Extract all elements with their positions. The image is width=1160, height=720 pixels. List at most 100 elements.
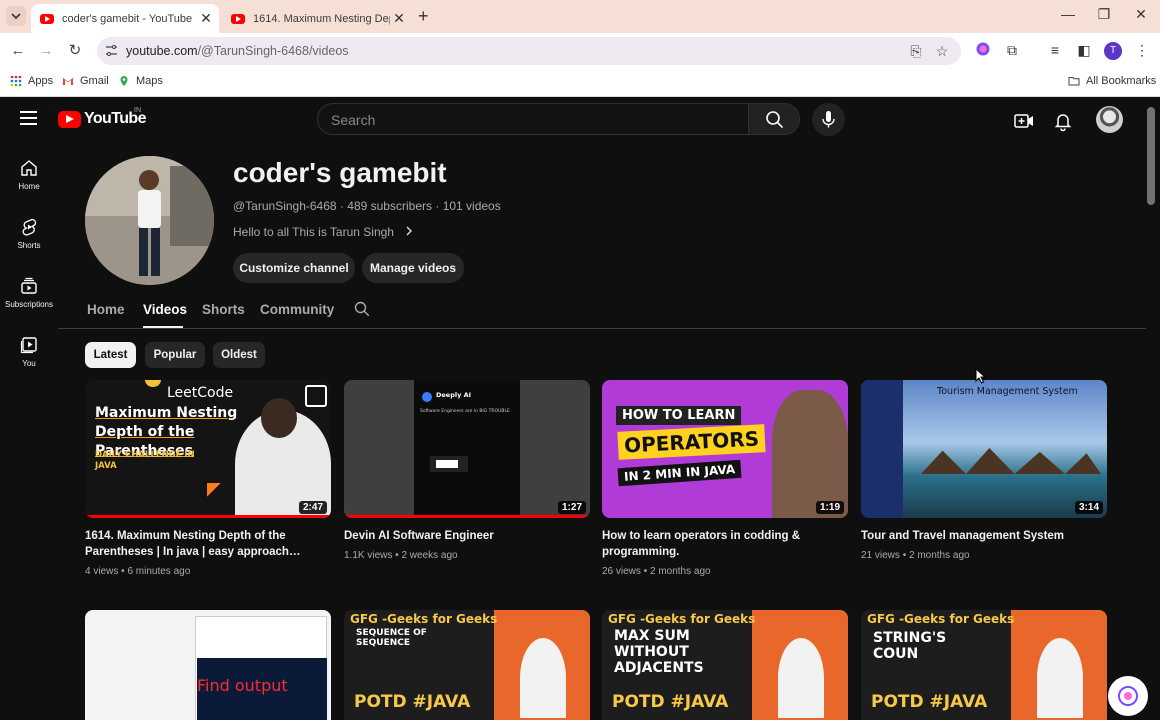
video-thumbnail[interactable]: HOW TO LEARN OPERATORS IN 2 MIN IN JAVA …	[602, 380, 848, 518]
tabs-divider	[58, 328, 1146, 329]
video-title[interactable]: How to learn operators in codding & prog…	[602, 528, 848, 560]
video-duration: 1:27	[557, 501, 586, 514]
bookmark-apps[interactable]: Apps	[10, 75, 53, 87]
thumbnail-tag: POTD #JAVA	[871, 692, 988, 712]
filter-oldest[interactable]: Oldest	[213, 342, 265, 368]
search-input[interactable]: Search	[317, 103, 749, 135]
media-controls-icon[interactable]: ≡	[1046, 41, 1064, 59]
upload-age: 2 months ago	[908, 550, 970, 561]
manage-videos-button[interactable]: Manage videos	[362, 253, 464, 283]
tab-search-dropdown[interactable]	[6, 6, 26, 26]
chevron-right-icon	[406, 226, 413, 236]
video-title[interactable]: Tour and Travel management System	[861, 528, 1107, 544]
new-tab-button[interactable]: +	[418, 6, 429, 27]
brain-icon	[1118, 686, 1138, 706]
guide-home[interactable]: Home	[0, 159, 58, 191]
video-thumbnail[interactable]: Tourism Management System 3:14	[861, 380, 1107, 518]
guide-subscriptions[interactable]: Subscriptions	[0, 277, 58, 309]
extensions-icon[interactable]: ⧉	[1003, 41, 1021, 59]
channel-avatar-photo	[85, 156, 214, 285]
thumbnail-headline: STRING'S COUN	[873, 630, 947, 662]
thumbnail-headline: Find output	[197, 676, 288, 695]
tab-videos[interactable]: Videos	[143, 302, 187, 317]
bookmark-label: Maps	[136, 75, 163, 87]
video-thumbnail[interactable]: LeetCode Maximum Nesting Depth of the Pa…	[85, 380, 331, 518]
leetcode-logo-icon	[305, 385, 327, 407]
customize-channel-button[interactable]: Customize channel	[233, 253, 355, 283]
back-icon[interactable]: ←	[8, 41, 28, 61]
thumbnail-person	[520, 638, 566, 718]
youtube-page: YouTube IN Search Home Shorts Subscripti…	[0, 97, 1160, 720]
browser-tab-leetcode[interactable]: 1614. Maximum Nesting Depth ✕	[222, 4, 412, 33]
video-thumbnail[interactable]: GFG -Geeks for Geeks SEQUENCE OF SEQUENC…	[344, 610, 590, 720]
brain-icon	[976, 42, 990, 56]
video-thumbnail[interactable]: GFG -Geeks for Geeks MAX SUM WITHOUT ADJ…	[602, 610, 848, 720]
thumbnail-brand: GFG -Geeks for Geeks	[608, 612, 756, 626]
subscriber-count: 489 subscribers	[347, 199, 432, 213]
view-count: 1.1K views	[344, 550, 393, 561]
description-text: Hello to all This is Tarun Singh	[233, 225, 394, 239]
guide-shorts[interactable]: Shorts	[0, 218, 58, 250]
filter-latest[interactable]: Latest	[85, 342, 136, 368]
thumbnail-sidebar	[861, 380, 903, 518]
guide-you[interactable]: You	[0, 336, 58, 368]
install-app-icon[interactable]: ⎘	[908, 43, 924, 59]
guide-menu-icon[interactable]	[20, 111, 37, 125]
address-bar[interactable]: youtube.com/@TarunSingh-6468/videos ⎘ ☆	[97, 37, 961, 65]
browser-tab-youtube[interactable]: coder's gamebit - YouTube ✕	[31, 4, 219, 33]
youtube-favicon-icon	[231, 13, 245, 24]
assistant-floating-button[interactable]	[1108, 676, 1148, 716]
thumbnail-huts	[921, 448, 1101, 474]
search-icon	[766, 111, 784, 129]
notifications-button[interactable]	[1052, 110, 1074, 132]
meta-separator: ·	[339, 199, 344, 213]
account-avatar[interactable]	[1096, 106, 1123, 133]
video-thumbnail[interactable]: Deeply AI Software Engineers are in BIG …	[344, 380, 590, 518]
maximize-icon[interactable]: ❐	[1089, 6, 1119, 23]
site-info-icon[interactable]	[105, 44, 118, 57]
page-scrollbar[interactable]	[1147, 107, 1155, 205]
video-title[interactable]: 1614. Maximum Nesting Depth of the Paren…	[85, 528, 331, 560]
meta-dot: •	[643, 566, 648, 577]
close-tab-icon[interactable]: ✕	[390, 10, 408, 27]
video-title[interactable]: Devin AI Software Engineer	[344, 528, 590, 544]
youtube-play-icon	[58, 110, 81, 128]
tab-community[interactable]: Community	[260, 302, 334, 317]
bookmark-maps[interactable]: Maps	[118, 75, 163, 87]
channel-avatar[interactable]	[85, 156, 214, 285]
reload-icon[interactable]: ↻	[65, 41, 85, 61]
bookmark-star-icon[interactable]: ☆	[934, 43, 950, 59]
video-thumbnail[interactable]: GFG -Geeks for Geeks STRING'S COUN POTD …	[861, 610, 1107, 720]
channel-meta: @TarunSingh-6468 · 489 subscribers · 101…	[233, 199, 501, 213]
you-icon	[20, 337, 37, 354]
youtube-logo[interactable]: YouTube IN	[58, 107, 146, 128]
forward-icon[interactable]: →	[36, 41, 56, 61]
bookmark-gmail[interactable]: Gmail	[62, 75, 109, 87]
video-thumbnail[interactable]: Find output	[85, 610, 331, 720]
side-panel-icon[interactable]: ◧	[1075, 41, 1093, 59]
browser-tab-strip: coder's gamebit - YouTube ✕ 1614. Maximu…	[0, 0, 1160, 33]
gemini-extension-icon[interactable]	[974, 41, 992, 59]
chrome-menu-icon[interactable]: ⋮	[1133, 41, 1151, 59]
profile-avatar[interactable]: T	[1104, 42, 1122, 60]
mouse-cursor-icon	[975, 368, 987, 384]
thumbnail-headline: MAX SUM WITHOUT ADJACENTS	[614, 628, 704, 676]
deeply-logo-icon	[422, 392, 432, 402]
tab-shorts[interactable]: Shorts	[202, 302, 245, 317]
apps-grid-icon	[10, 75, 22, 87]
create-button[interactable]	[1013, 110, 1035, 132]
all-bookmarks[interactable]: All Bookmarks	[1068, 75, 1156, 87]
filter-popular[interactable]: Popular	[145, 342, 205, 368]
minimize-icon[interactable]: —	[1053, 6, 1083, 22]
close-window-icon[interactable]: ✕	[1126, 6, 1156, 23]
url-text: youtube.com/@TarunSingh-6468/videos	[126, 44, 349, 58]
tab-home[interactable]: Home	[87, 302, 125, 317]
thumbnail-brand: LeetCode	[167, 385, 234, 401]
channel-search-button[interactable]	[354, 301, 370, 320]
bookmarks-bar: Apps Gmail Maps All Bookmarks	[0, 68, 1160, 97]
search-button[interactable]	[748, 103, 800, 135]
channel-description[interactable]: Hello to all This is Tarun Singh	[233, 225, 415, 239]
close-tab-icon[interactable]: ✕	[197, 10, 215, 27]
voice-search-button[interactable]	[812, 103, 845, 136]
guide-label: Home	[18, 182, 40, 191]
